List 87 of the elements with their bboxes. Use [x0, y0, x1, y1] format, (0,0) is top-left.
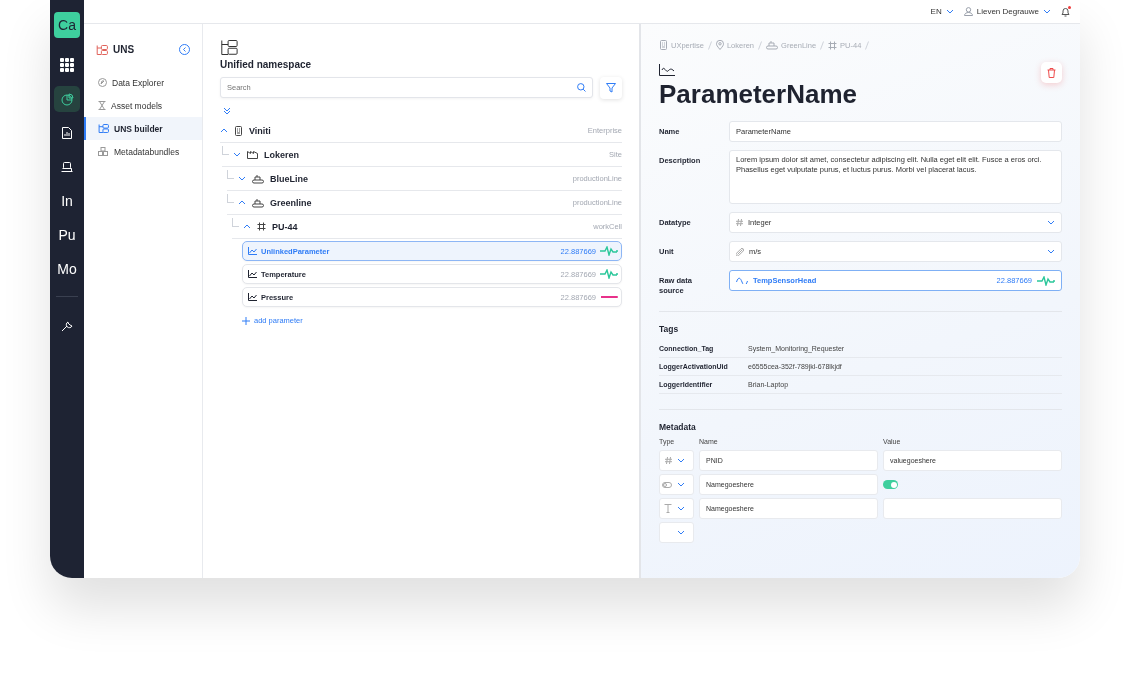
bell-icon: [1061, 6, 1070, 17]
hash-icon: [665, 457, 672, 464]
user-name[interactable]: Lieven Degrauwe: [976, 7, 1039, 16]
hourglass-icon: [98, 101, 106, 110]
chevron-down-icon: [677, 530, 685, 535]
toggle-type-icon: [662, 481, 672, 488]
app-label: In: [61, 193, 73, 209]
user-icon: [963, 7, 973, 16]
building-icon: [659, 40, 668, 50]
parameter-title: ParameterName: [659, 79, 857, 109]
tree-structure-icon: [220, 40, 238, 55]
filter-icon: [606, 83, 616, 93]
slash-icon: [707, 40, 712, 50]
chevron-down-icon: [677, 458, 685, 463]
double-chevron-icon: [223, 107, 231, 115]
app-label: Mo: [57, 261, 77, 277]
hash-icon: [736, 219, 743, 226]
chevron-down-icon: [1047, 220, 1055, 225]
section-title: UNS: [113, 44, 136, 55]
node-name[interactable]: BlueLine: [270, 173, 567, 184]
report-icon: [62, 127, 72, 139]
building-icon: [234, 125, 243, 136]
delete-button[interactable]: [1041, 62, 1062, 83]
language-selector[interactable]: EN: [930, 7, 942, 16]
wave-icon: [736, 277, 748, 284]
line-chart-icon: [248, 270, 257, 278]
node-name[interactable]: PU-44: [272, 221, 588, 232]
type-select[interactable]: [659, 474, 694, 495]
toggle-switch[interactable]: [883, 480, 898, 489]
slash-icon: [758, 40, 763, 50]
sidebar-label: Asset models: [111, 100, 163, 111]
node-name[interactable]: Greenline: [270, 197, 567, 208]
wrench-icon: [61, 320, 73, 332]
slash-icon: [865, 40, 870, 50]
chevron-down-icon: [1047, 249, 1055, 254]
slash-icon: [820, 40, 825, 50]
section-title: Tags: [659, 324, 680, 334]
location-pin-icon: [715, 40, 724, 50]
factory-icon: [247, 150, 258, 159]
cubes-icon: [98, 147, 109, 156]
conveyor-icon: [766, 40, 779, 50]
sidebar-item[interactable]: Data Explorer: [84, 71, 202, 94]
chevron-down-icon: [238, 176, 246, 181]
chevron-down-icon: [233, 152, 241, 157]
chevron-down-icon: [1043, 9, 1051, 14]
node-name[interactable]: Viniti: [249, 125, 582, 136]
chevron-up-icon: [243, 224, 251, 229]
conveyor-icon: [252, 173, 264, 184]
search-icon: [577, 83, 586, 92]
frame-icon: [828, 40, 838, 50]
nav-item[interactable]: Mo: [54, 256, 80, 282]
line-chart-icon: [248, 293, 257, 301]
line-chart-icon: [659, 64, 675, 76]
sidebar-label: Data Explorer: [112, 77, 164, 88]
sidebar-item[interactable]: UNS builder: [84, 117, 202, 140]
pie-chart-icon: [60, 92, 74, 106]
sidebar-label: UNS builder: [114, 123, 163, 134]
compass-icon: [98, 78, 107, 87]
nav-item[interactable]: Pu: [54, 222, 80, 248]
line-chart-icon: [248, 247, 257, 255]
frame-icon: [257, 222, 266, 231]
sidebar-label: Metadatabundles: [114, 146, 180, 157]
collapse-icon: [179, 44, 190, 55]
conveyor-icon: [252, 197, 264, 208]
chevron-down-icon: [945, 9, 954, 14]
app-logo[interactable]: Ca: [54, 12, 80, 38]
panel-title: Unified namespace: [220, 59, 313, 70]
chevron-down-icon: [677, 482, 685, 487]
plus-icon: [242, 316, 250, 325]
section-title: Metadata: [659, 422, 697, 432]
sidebar-item[interactable]: Asset models: [84, 94, 202, 117]
paperclip-icon: [736, 247, 744, 256]
type-select[interactable]: [659, 450, 694, 471]
chevron-down-icon: [677, 506, 685, 511]
trash-icon: [1047, 67, 1056, 78]
sidebar-item[interactable]: Metadatabundles: [84, 140, 202, 163]
tree-structure-icon: [98, 124, 109, 133]
filter-button[interactable]: [600, 77, 622, 99]
app-grid-icon: [60, 58, 74, 72]
device-icon: [61, 161, 73, 173]
node-name[interactable]: Lokeren: [264, 149, 604, 160]
nav-item[interactable]: In: [54, 188, 80, 214]
app-label: Pu: [58, 227, 76, 243]
text-type-icon: [664, 504, 672, 513]
chevron-up-icon: [238, 200, 246, 205]
chevron-up-icon: [220, 128, 228, 133]
tree-structure-icon: [96, 44, 108, 55]
